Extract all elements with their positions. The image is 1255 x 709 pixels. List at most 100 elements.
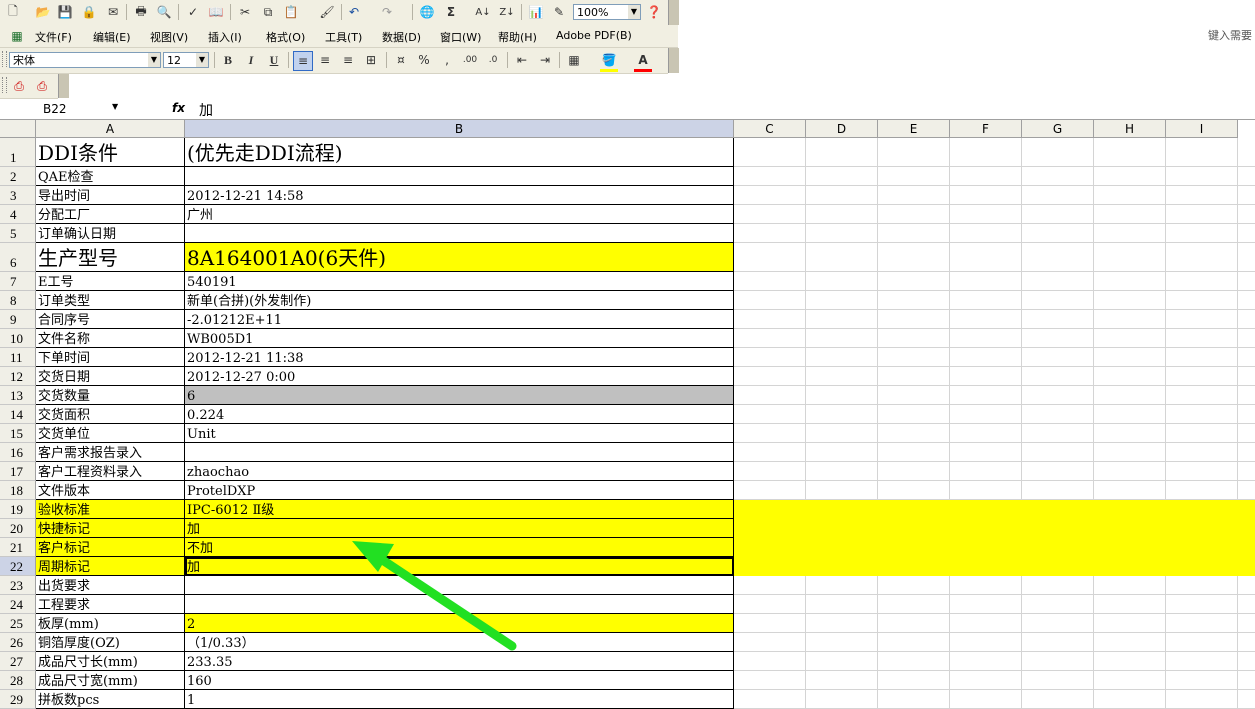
empty-cell[interactable] [878, 538, 950, 557]
empty-cell[interactable] [1094, 138, 1166, 167]
empty-cell[interactable] [1022, 424, 1094, 443]
empty-cell[interactable] [1238, 224, 1255, 243]
spelling-icon[interactable]: ✓ [184, 3, 202, 21]
empty-cell[interactable] [1094, 291, 1166, 310]
empty-cell[interactable] [1022, 595, 1094, 614]
empty-cell[interactable] [878, 481, 950, 500]
cell-b5[interactable] [185, 224, 734, 243]
empty-cell[interactable] [1094, 243, 1166, 272]
empty-cell[interactable] [1166, 538, 1238, 557]
empty-cell[interactable] [1238, 443, 1255, 462]
empty-cell[interactable] [1094, 348, 1166, 367]
cell-b28[interactable]: 160 [185, 671, 734, 690]
email-icon[interactable]: ✉ [104, 3, 122, 21]
cell-a25[interactable]: 板厚(mm) [36, 614, 185, 633]
cell-b26[interactable]: （1/0.33） [185, 633, 734, 652]
cell-b23[interactable] [185, 576, 734, 595]
empty-cell[interactable] [1022, 186, 1094, 205]
cell-a1[interactable]: DDI条件 [36, 138, 185, 167]
empty-cell[interactable] [806, 443, 878, 462]
empty-cell[interactable] [1238, 348, 1255, 367]
decrease-decimal-icon[interactable]: .0 [484, 51, 502, 69]
row-header-11[interactable]: 11 [0, 348, 36, 367]
empty-cell[interactable] [806, 633, 878, 652]
empty-cell[interactable] [806, 538, 878, 557]
empty-cell[interactable] [1022, 557, 1094, 576]
empty-cell[interactable] [1094, 186, 1166, 205]
empty-cell[interactable] [878, 291, 950, 310]
cell-a19[interactable]: 验收标准 [36, 500, 185, 519]
empty-cell[interactable] [734, 462, 806, 481]
cell-a17[interactable]: 客户工程资料录入 [36, 462, 185, 481]
empty-cell[interactable] [1094, 272, 1166, 291]
empty-cell[interactable] [1166, 671, 1238, 690]
help-icon[interactable]: ❓ [645, 3, 663, 21]
empty-cell[interactable] [1022, 386, 1094, 405]
row-header-4[interactable]: 4 [0, 205, 36, 224]
menu-view[interactable]: 视图(V) [150, 29, 188, 45]
empty-cell[interactable] [1094, 386, 1166, 405]
empty-cell[interactable] [734, 243, 806, 272]
cell-a26[interactable]: 铜箔厚度(OZ) [36, 633, 185, 652]
empty-cell[interactable] [1094, 538, 1166, 557]
cell-b15[interactable]: Unit [185, 424, 734, 443]
cell-b29[interactable]: 1 [185, 690, 734, 709]
currency-icon[interactable]: ¤ [392, 51, 410, 69]
column-header-d[interactable]: D [806, 120, 878, 138]
empty-cell[interactable] [734, 224, 806, 243]
empty-cell[interactable] [1022, 243, 1094, 272]
empty-cell[interactable] [734, 481, 806, 500]
empty-cell[interactable] [1094, 224, 1166, 243]
cell-b22[interactable]: 加 [185, 557, 734, 576]
empty-cell[interactable] [950, 367, 1022, 386]
cell-a2[interactable]: QAE检查 [36, 167, 185, 186]
cell-b11[interactable]: 2012-12-21 11:38 [185, 348, 734, 367]
empty-cell[interactable] [734, 272, 806, 291]
empty-cell[interactable] [1022, 481, 1094, 500]
empty-cell[interactable] [950, 576, 1022, 595]
column-header-b[interactable]: B [185, 120, 734, 138]
empty-cell[interactable] [734, 671, 806, 690]
select-all-corner[interactable] [0, 120, 36, 138]
cell-b14[interactable]: 0.224 [185, 405, 734, 424]
empty-cell[interactable] [950, 424, 1022, 443]
empty-cell[interactable] [806, 243, 878, 272]
empty-cell[interactable] [806, 500, 878, 519]
menu-window[interactable]: 窗口(W) [440, 29, 481, 45]
empty-cell[interactable] [1166, 138, 1238, 167]
cell-a18[interactable]: 文件版本 [36, 481, 185, 500]
empty-cell[interactable] [1166, 291, 1238, 310]
empty-cell[interactable] [1094, 595, 1166, 614]
empty-cell[interactable] [734, 614, 806, 633]
empty-cell[interactable] [1094, 519, 1166, 538]
name-box[interactable]: B22 [2, 100, 122, 117]
drawing-icon[interactable]: ✎ [550, 3, 568, 21]
column-header-f[interactable]: F [950, 120, 1022, 138]
empty-cell[interactable] [1238, 671, 1255, 690]
research-icon[interactable]: 📖 [207, 3, 225, 21]
empty-cell[interactable] [1166, 186, 1238, 205]
empty-cell[interactable] [806, 186, 878, 205]
row-header-12[interactable]: 12 [0, 367, 36, 386]
cell-b10[interactable]: WB005D1 [185, 329, 734, 348]
fill-color-icon[interactable]: 🪣 [600, 51, 618, 72]
empty-cell[interactable] [734, 538, 806, 557]
empty-cell[interactable] [806, 386, 878, 405]
empty-cell[interactable] [1022, 500, 1094, 519]
empty-cell[interactable] [1022, 614, 1094, 633]
cell-b24[interactable] [185, 595, 734, 614]
empty-cell[interactable] [806, 424, 878, 443]
empty-cell[interactable] [1166, 443, 1238, 462]
cell-a3[interactable]: 导出时间 [36, 186, 185, 205]
empty-cell[interactable] [1238, 633, 1255, 652]
empty-cell[interactable] [950, 462, 1022, 481]
column-header-e[interactable]: E [878, 120, 950, 138]
empty-cell[interactable] [950, 348, 1022, 367]
empty-cell[interactable] [1166, 405, 1238, 424]
row-header-29[interactable]: 29 [0, 690, 36, 709]
print-preview-icon[interactable]: 🔍 [155, 3, 173, 21]
empty-cell[interactable] [1238, 462, 1255, 481]
row-header-1[interactable]: 1 [0, 138, 36, 167]
empty-cell[interactable] [950, 291, 1022, 310]
empty-cell[interactable] [1238, 167, 1255, 186]
